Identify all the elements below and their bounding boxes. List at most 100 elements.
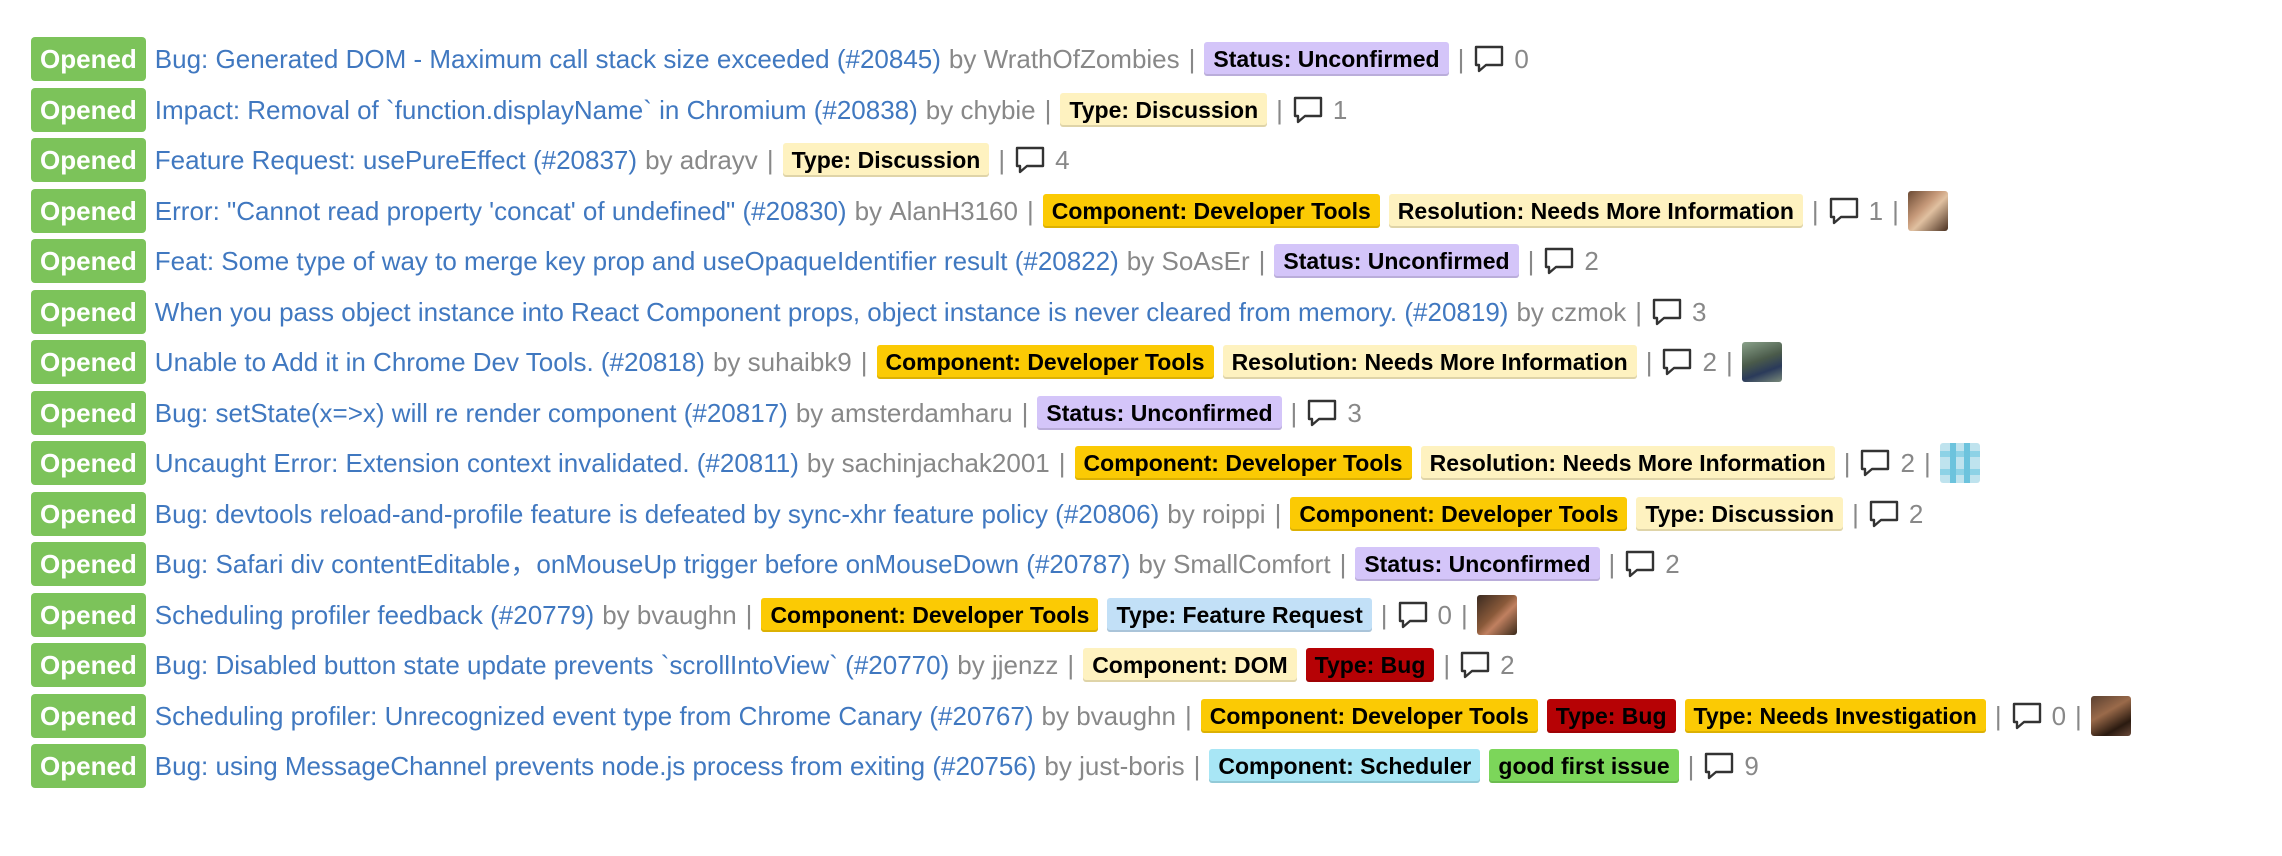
comment-count[interactable]: 2 [1624,549,1680,579]
author-link[interactable]: jjenzz [992,652,1058,678]
issue-label[interactable]: Type: Bug [1546,698,1676,733]
author-link[interactable]: SoAsEr [1162,248,1250,274]
issue-title-link[interactable]: Error: "Cannot read property 'concat' of… [155,198,847,224]
issue-label[interactable]: good first issue [1489,749,1679,784]
separator: | [1527,246,1535,277]
issue-title-link[interactable]: Uncaught Error: Extension context invali… [155,450,799,476]
comment-count[interactable]: 1 [1828,196,1883,226]
issue-label[interactable]: Resolution: Needs More Information [1420,446,1835,481]
label-group: Component: Developer Tools Type: Discussi… [1290,496,1844,531]
comment-count-value: 2 [1500,650,1515,681]
issue-label[interactable]: Type: Feature Request [1107,597,1372,632]
issue-label[interactable]: Type: Discussion [782,143,990,178]
issue-title-link[interactable]: Bug: devtools reload-and-profile feature… [155,501,1159,527]
issue-title-link[interactable]: Impact: Removal of `function.displayName… [155,97,918,123]
by-text: by [925,94,954,125]
by-text: by [806,448,835,479]
issue-label[interactable]: Status: Unconfirmed [1037,395,1282,430]
issue-title-link[interactable]: Bug: using MessageChannel prevents node.… [155,753,1037,779]
assignee-avatar[interactable] [1939,443,1980,484]
status-badge: Opened [31,188,146,233]
issue-title-link[interactable]: Feature Request: usePureEffect (#20837) [155,147,637,173]
author-link[interactable]: czmok [1551,299,1626,325]
comment-count[interactable]: 2 [1859,448,1915,478]
issue-row: Opened Bug: Generated DOM - Maximum call… [31,34,2271,85]
issue-label[interactable]: Component: Developer Tools [1074,446,1412,481]
comment-count-value: 1 [1868,195,1884,226]
author-link[interactable]: roippi [1202,501,1266,527]
issue-label[interactable]: Status: Unconfirmed [1204,42,1449,77]
issue-label[interactable]: Component: Developer Tools [1200,698,1538,733]
comment-icon [1545,248,1574,275]
issue-label[interactable]: Status: Unconfirmed [1355,547,1600,582]
issue-title-link[interactable]: Bug: Disabled button state update preven… [155,652,949,678]
author-link[interactable]: amsterdamharu [831,400,1013,426]
by-text: by [1516,296,1544,327]
separator: | [1725,347,1733,378]
author-link[interactable]: WrathOfZombies [984,46,1180,72]
issue-label[interactable]: Component: Developer Tools [1290,496,1628,531]
author-link[interactable]: AlanH3160 [889,198,1018,224]
author-link[interactable]: bvaughn [637,602,737,628]
assignee-avatar[interactable] [1476,594,1517,635]
issue-title-link[interactable]: When you pass object instance into React… [155,299,1509,325]
author-link[interactable]: suhaibk9 [748,349,852,375]
issue-row: Opened Unable to Add it in Chrome Dev To… [31,337,2271,388]
status-badge: Opened [31,491,146,536]
issue-label[interactable]: Component: Developer Tools [1042,193,1380,228]
author-link[interactable]: SmallComfort [1173,551,1330,577]
issue-label[interactable]: Status: Unconfirmed [1274,244,1519,279]
issue-title-link[interactable]: Bug: setState(x=>x) will re render compo… [155,400,788,426]
comment-count[interactable]: 2 [1661,347,1717,377]
issue-title-link[interactable]: Scheduling profiler: Unrecognized event … [155,703,1034,729]
issue-title-link[interactable]: Scheduling profiler feedback (#20779) [155,602,594,628]
comment-count[interactable]: 9 [1703,751,1759,781]
issue-title-link[interactable]: Feat: Some type of way to merge key prop… [155,248,1119,274]
comment-count[interactable]: 1 [1292,95,1347,125]
separator: | [1892,195,1899,226]
issue-label[interactable]: Type: Bug [1305,648,1435,683]
comment-count[interactable]: 3 [1651,297,1707,327]
separator: | [1635,296,1643,327]
comment-count[interactable]: 0 [1397,600,1452,630]
issue-label[interactable]: Component: Scheduler [1209,749,1481,784]
author-link[interactable]: just-boris [1079,753,1184,779]
issue-title-link[interactable]: Bug: Safari div contentEditable，onMouseU… [155,551,1131,577]
comment-count[interactable]: 2 [1868,499,1923,529]
issue-label[interactable]: Component: DOM [1083,648,1297,683]
assignee-avatar[interactable] [1907,190,1948,231]
issue-label[interactable]: Type: Discussion [1060,92,1268,127]
comment-count[interactable]: 0 [1473,44,1529,74]
issue-label[interactable]: Type: Needs Investigation [1684,698,1986,733]
author-link[interactable]: chybie [960,97,1035,123]
by-text: by [1167,498,1195,529]
separator: | [1843,448,1851,479]
assignee-avatar[interactable] [2090,695,2131,736]
comment-count[interactable]: 2 [1459,650,1515,681]
issue-title-link[interactable]: Unable to Add it in Chrome Dev Tools. (#… [155,349,705,375]
separator: | [860,347,868,378]
issue-label[interactable]: Component: Developer Tools [761,597,1099,632]
separator: | [1443,650,1451,681]
comment-count[interactable]: 2 [1543,246,1599,276]
label-group: Component: Developer Tools Resolution: Ne… [1042,193,1803,228]
by-text: by [948,44,977,75]
comment-count[interactable]: 4 [1014,145,1070,175]
comment-count-value: 0 [2051,700,2067,731]
comment-icon [1626,551,1655,578]
issue-label[interactable]: Resolution: Needs More Information [1388,193,1803,228]
comment-count[interactable]: 0 [2011,701,2066,731]
comment-icon [1869,500,1899,527]
issue-label[interactable]: Component: Developer Tools [876,345,1214,380]
issue-row: Opened Impact: Removal of `function.disp… [31,85,2271,136]
separator: | [1460,599,1468,630]
author-link[interactable]: bvaughn [1076,703,1176,729]
issue-label[interactable]: Resolution: Needs More Information [1222,345,1637,380]
author-link[interactable]: sachinjachak2001 [842,450,1050,476]
comment-count[interactable]: 3 [1306,398,1362,428]
status-badge: Opened [31,340,146,385]
issue-title-link[interactable]: Bug: Generated DOM - Maximum call stack … [155,46,941,72]
author-link[interactable]: adrayv [680,147,758,173]
assignee-avatar[interactable] [1741,342,1782,383]
issue-label[interactable]: Type: Discussion [1636,496,1844,531]
